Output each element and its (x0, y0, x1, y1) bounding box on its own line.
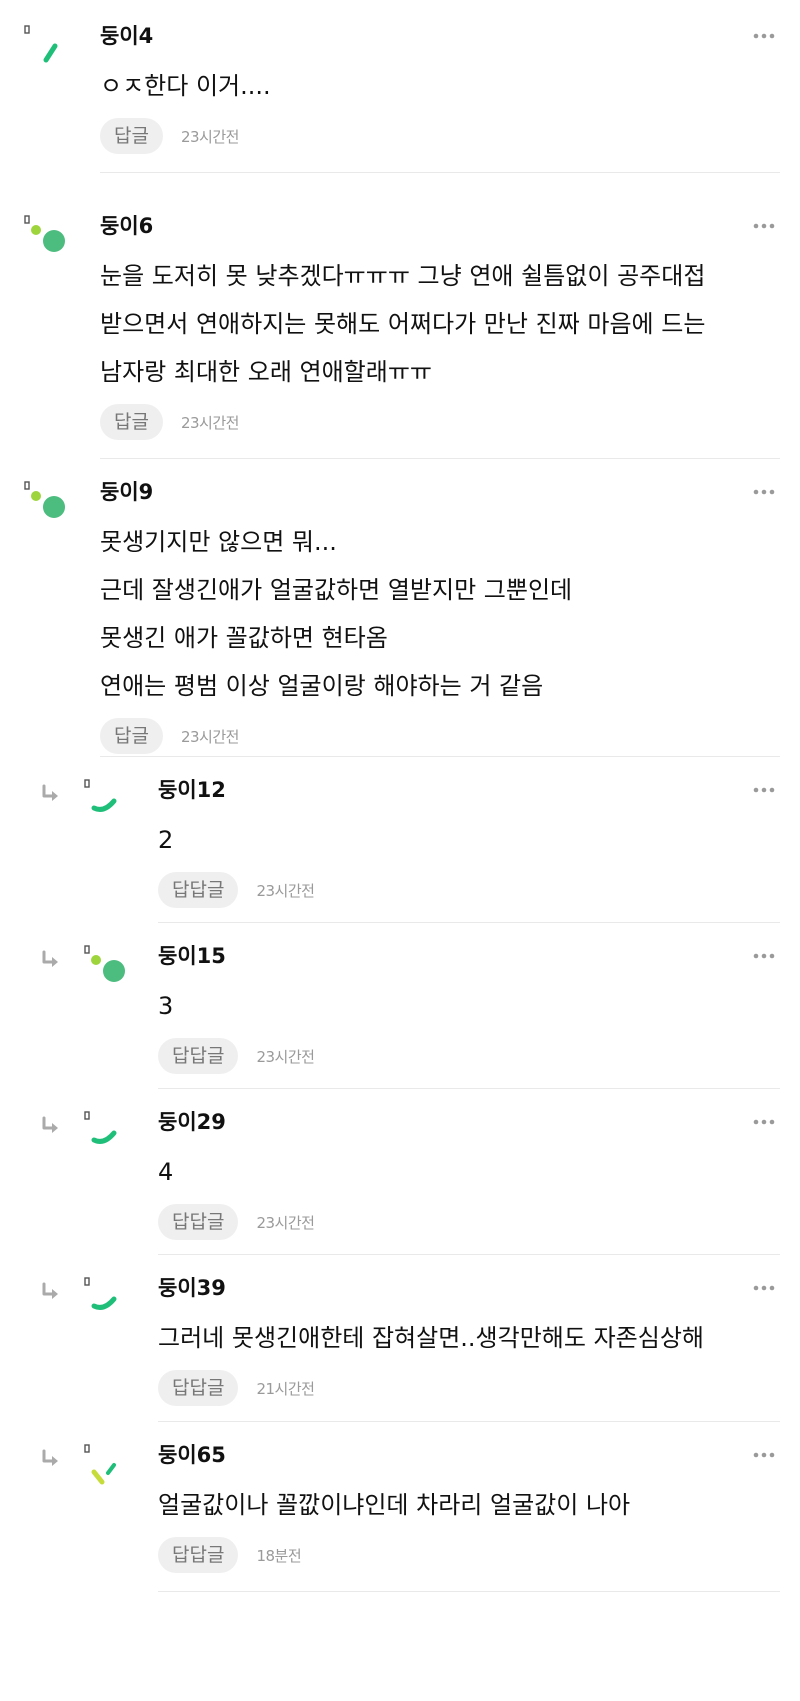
divider (158, 922, 780, 923)
timestamp: 21시간전 (256, 1379, 315, 1398)
comment-actions: 답답글 21시간전 (158, 1370, 780, 1406)
comment-text: 눈을 도저히 못 낮추겠다ㅠㅠㅠ 그냥 연애 쉴틈없이 공주대접받으면서 연애하… (100, 252, 780, 396)
comment-text-line: 눈을 도저히 못 낮추겠다ㅠㅠㅠ 그냥 연애 쉴틈없이 공주대접 (100, 262, 706, 290)
comment-body: 둥이39 그러네 못생긴애한테 잡혀살면..생각만해도 자존심상해답답글 21시간전 (158, 1274, 780, 1406)
timestamp: 23시간전 (180, 127, 240, 146)
comment-text-line: 받으면서 연애하지는 못해도 어쩌다가 만난 진짜 마음에 드는 (100, 310, 706, 338)
reply-button[interactable]: 답답글 (158, 1204, 239, 1240)
comment-body: 둥이4 ㅇㅈ한다 이거.... 답글 23시간전 (100, 22, 780, 154)
more-options-icon[interactable] (748, 1445, 780, 1465)
more-options-icon[interactable] (748, 1278, 780, 1298)
comment-text-line: 2 (158, 826, 174, 854)
comment-actions: 답글 23시간전 (100, 404, 780, 440)
reply-button[interactable]: 답답글 (158, 1038, 239, 1074)
comment-actions: 답글 23시간전 (100, 118, 780, 154)
divider (158, 1421, 780, 1422)
reply-comment: 둥이65 얼굴값이나 꼴깞이냐인데 차라리 얼굴값이 나아답답글 18분전 (0, 1433, 800, 1603)
comment-text: 2 (158, 816, 780, 864)
reply-button[interactable]: 답글 (100, 118, 163, 154)
comment-text-line: 연애는 평범 이상 얼굴이랑 해야하는 거 같음 (100, 672, 544, 700)
divider (100, 756, 780, 757)
comment-text-line: 못생긴 애가 꼴값하면 현타옴 (100, 624, 388, 652)
comment-body: 둥이6 눈을 도저히 못 낮추겠다ㅠㅠㅠ 그냥 연애 쉴틈없이 공주대접받으면서 … (100, 212, 780, 440)
comment-text: 그러네 못생긴애한테 잡혀살면..생각만해도 자존심상해 (158, 1314, 780, 1362)
reply-arrow-icon (40, 950, 62, 970)
timestamp: 18분전 (256, 1546, 302, 1565)
comment-text: 3 (158, 982, 780, 1030)
avatar[interactable] (82, 1443, 130, 1491)
reply-comment: 둥이12 2 답답글 23시간전 (0, 768, 800, 934)
timestamp: 23시간전 (256, 1047, 315, 1066)
more-options-icon[interactable] (748, 26, 780, 46)
more-options-icon[interactable] (748, 1112, 780, 1132)
author-name[interactable]: 둥이4 (100, 22, 780, 50)
avatar[interactable] (82, 778, 130, 826)
avatar[interactable] (82, 944, 130, 992)
reply-button[interactable]: 답글 (100, 404, 163, 440)
comment-text: 못생기지만 않으면 뭐... 근데 잘생긴애가 얼굴값하면 열받지만 그뿐인데못생… (100, 518, 780, 710)
timestamp: 23시간전 (256, 881, 315, 900)
comment-actions: 답답글 18분전 (158, 1537, 780, 1573)
author-name[interactable]: 둥이29 (158, 1108, 780, 1136)
comment-actions: 답글 23시간전 (100, 718, 780, 754)
avatar[interactable] (22, 24, 70, 72)
comment-text-line: 그러네 못생긴애한테 잡혀살면..생각만해도 자존심상해 (158, 1324, 704, 1352)
comment-actions: 답답글 23시간전 (158, 1204, 780, 1240)
author-name[interactable]: 둥이6 (100, 212, 780, 240)
comment-text-line: 근데 잘생긴애가 얼굴값하면 열받지만 그뿐인데 (100, 576, 573, 604)
author-name[interactable]: 둥이65 (158, 1441, 780, 1469)
reply-arrow-icon (40, 1449, 62, 1469)
divider (158, 1254, 780, 1255)
reply-arrow-icon (40, 784, 62, 804)
more-options-icon[interactable] (748, 482, 780, 502)
reply-comment: 둥이39 그러네 못생긴애한테 잡혀살면..생각만해도 자존심상해답답글 21시간전 (0, 1266, 800, 1433)
comment-text: ㅇㅈ한다 이거.... (100, 62, 780, 110)
comment-text-line: 얼굴값이나 꼴깞이냐인데 차라리 얼굴값이 나아 (158, 1491, 631, 1519)
reply-arrow-icon (40, 1282, 62, 1302)
author-name[interactable]: 둥이15 (158, 942, 780, 970)
comment: 둥이9 못생기지만 않으면 뭐... 근데 잘생긴애가 얼굴값하면 열받지만 그뿐인… (0, 470, 800, 768)
comment-text-line: 4 (158, 1158, 174, 1186)
comment: 둥이4 ㅇㅈ한다 이거.... 답글 23시간전 (0, 14, 800, 184)
author-name[interactable]: 둥이12 (158, 776, 780, 804)
comment-text-line: 3 (158, 992, 174, 1020)
reply-comment: 둥이15 3 답답글 23시간전 (0, 934, 800, 1100)
more-options-icon[interactable] (748, 216, 780, 236)
divider (100, 172, 780, 173)
comment-body: 둥이65 얼굴값이나 꼴깞이냐인데 차라리 얼굴값이 나아답답글 18분전 (158, 1441, 780, 1573)
timestamp: 23시간전 (180, 727, 240, 746)
comment-body: 둥이29 4 답답글 23시간전 (158, 1108, 780, 1240)
divider (158, 1591, 780, 1592)
avatar[interactable] (22, 480, 70, 528)
more-options-icon[interactable] (748, 946, 780, 966)
reply-button[interactable]: 답답글 (158, 1537, 239, 1573)
comment-body: 둥이12 2 답답글 23시간전 (158, 776, 780, 908)
comment-text-line: 남자랑 최대한 오래 연애할래ㅠㅠ (100, 358, 433, 386)
reply-arrow-icon (40, 1116, 62, 1136)
reply-comment: 둥이29 4 답답글 23시간전 (0, 1100, 800, 1266)
comment-text: 얼굴값이나 꼴깞이냐인데 차라리 얼굴값이 나아 (158, 1481, 780, 1529)
comment-text: 4 (158, 1148, 780, 1196)
more-options-icon[interactable] (748, 780, 780, 800)
avatar[interactable] (82, 1110, 130, 1158)
reply-button[interactable]: 답답글 (158, 872, 239, 908)
comment-text-line: ㅇㅈ한다 이거.... (100, 72, 271, 100)
avatar[interactable] (22, 214, 70, 262)
divider (158, 1088, 780, 1089)
comment-body: 둥이15 3 답답글 23시간전 (158, 942, 780, 1074)
comment-body: 둥이9 못생기지만 않으면 뭐... 근데 잘생긴애가 얼굴값하면 열받지만 그뿐인… (100, 478, 780, 754)
comment-actions: 답답글 23시간전 (158, 872, 780, 908)
timestamp: 23시간전 (180, 413, 240, 432)
timestamp: 23시간전 (256, 1213, 315, 1232)
divider (100, 458, 780, 459)
author-name[interactable]: 둥이39 (158, 1274, 780, 1302)
avatar[interactable] (82, 1276, 130, 1324)
comment-actions: 답답글 23시간전 (158, 1038, 780, 1074)
comment-text-line: 못생기지만 않으면 뭐... (100, 528, 337, 556)
reply-button[interactable]: 답글 (100, 718, 163, 754)
reply-button[interactable]: 답답글 (158, 1370, 239, 1406)
comment: 둥이6 눈을 도저히 못 낮추겠다ㅠㅠㅠ 그냥 연애 쉴틈없이 공주대접받으면서 … (0, 204, 800, 470)
author-name[interactable]: 둥이9 (100, 478, 780, 506)
